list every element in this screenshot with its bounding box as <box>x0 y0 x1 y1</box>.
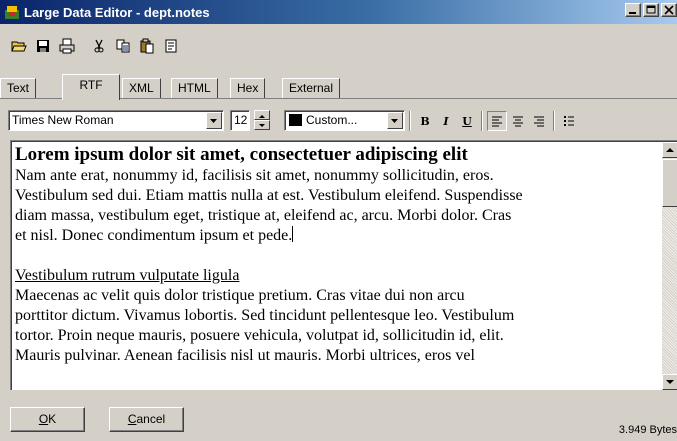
align-center-button[interactable] <box>508 111 528 131</box>
vertical-scrollbar[interactable] <box>662 142 677 390</box>
editor-window: Large Data Editor - dept.notes Text RTF … <box>0 0 677 441</box>
chevron-down-icon <box>391 119 398 123</box>
paragraph-line: porttitor dictum. Vivamus lobortis. Sed … <box>15 307 515 324</box>
cut-button[interactable] <box>88 35 110 57</box>
tab-external[interactable]: External <box>282 78 341 98</box>
rich-text-editor[interactable]: Lorem ipsum dolor sit amet, consectetuer… <box>10 140 677 390</box>
maximize-icon <box>646 5 656 14</box>
font-name-value: Times New Roman <box>12 113 114 127</box>
spin-up-button[interactable] <box>254 110 270 120</box>
print-button[interactable] <box>56 35 78 57</box>
arrow-down-icon <box>666 380 674 384</box>
cut-icon <box>94 39 104 53</box>
paragraph-line: et nisl. Donec condimentum ipsum et pede… <box>15 227 293 244</box>
spin-down-icon <box>259 124 265 127</box>
font-size-value: 12 <box>234 113 248 127</box>
italic-button[interactable]: I <box>436 111 456 131</box>
format-toolbar: Times New Roman 12 Custom... B I U <box>8 108 677 136</box>
tab-hex[interactable]: Hex <box>230 78 266 98</box>
properties-button[interactable] <box>160 35 182 57</box>
document-subheading: Vestibulum rutrum vulputate ligula <box>15 267 240 284</box>
font-name-select[interactable]: Times New Roman <box>8 110 224 131</box>
copy-icon <box>116 39 130 53</box>
spin-up-icon <box>259 115 265 118</box>
properties-icon <box>165 39 177 53</box>
title-bar[interactable]: Large Data Editor - dept.notes <box>0 0 677 24</box>
maximize-button[interactable] <box>643 3 659 17</box>
open-button[interactable] <box>8 35 30 57</box>
main-toolbar <box>0 32 677 60</box>
spin-down-button[interactable] <box>254 120 270 130</box>
scroll-thumb[interactable] <box>662 159 677 207</box>
font-name-dropdown-button[interactable] <box>206 112 222 129</box>
copy-button[interactable] <box>112 35 134 57</box>
open-icon <box>11 41 27 52</box>
text-caret <box>292 226 294 242</box>
close-button[interactable] <box>661 3 677 17</box>
color-value: Custom... <box>306 113 358 127</box>
font-size-input[interactable]: 12 <box>230 110 250 131</box>
document-body[interactable]: Lorem ipsum dolor sit amet, consectetuer… <box>15 144 655 366</box>
minimize-button[interactable] <box>625 3 641 17</box>
color-dropdown-button[interactable] <box>387 112 403 129</box>
print-icon <box>59 38 75 54</box>
byte-count-status: 3.949 Bytes <box>618 424 677 436</box>
align-left-button[interactable] <box>487 111 507 131</box>
paragraph-line: diam massa, vestibulum eget, tristique a… <box>15 207 512 224</box>
tab-rtf[interactable]: RTF <box>62 74 120 100</box>
ok-label: K <box>48 412 57 426</box>
tab-text[interactable]: Text <box>0 78 37 98</box>
paste-button[interactable] <box>136 35 158 57</box>
font-size-spinner[interactable] <box>254 110 270 131</box>
ok-mnemonic: O <box>38 412 49 426</box>
app-icon <box>4 4 20 20</box>
paragraph-line: Nam ante erat, nonummy id, facilisis sit… <box>15 167 494 184</box>
tab-xml[interactable]: XML <box>122 78 161 98</box>
arrow-up-icon <box>666 148 674 152</box>
color-swatch <box>289 114 302 126</box>
bullet-list-button[interactable] <box>559 111 579 131</box>
underline-button[interactable]: U <box>457 111 477 131</box>
color-select[interactable]: Custom... <box>284 110 405 131</box>
document-heading: Lorem ipsum dolor sit amet, consectetuer… <box>15 144 468 165</box>
bold-button[interactable]: B <box>415 111 435 131</box>
minimize-icon <box>629 12 636 14</box>
scroll-down-button[interactable] <box>662 374 677 390</box>
align-right-button[interactable] <box>529 111 549 131</box>
paragraph-line: Maecenas ac velit quis dolor tristique p… <box>15 287 465 304</box>
close-icon <box>664 5 674 15</box>
cancel-label: ancel <box>136 412 166 426</box>
bullet-list-icon <box>564 116 574 126</box>
paragraph-line: Vestibulum sed dui. Etiam mattis nulla a… <box>15 187 523 204</box>
save-button[interactable] <box>32 35 54 57</box>
align-left-icon <box>492 116 502 127</box>
window-title: Large Data Editor - dept.notes <box>24 4 210 20</box>
align-right-icon <box>534 116 544 127</box>
scroll-up-button[interactable] <box>662 142 677 158</box>
tab-html[interactable]: HTML <box>171 78 218 98</box>
save-icon <box>37 40 49 52</box>
chevron-down-icon <box>210 119 217 123</box>
paragraph-line: Mauris pulvinar. Aenean facilisis nisl u… <box>15 347 475 364</box>
view-tabs: Text RTF XML HTML Hex External <box>0 73 677 100</box>
ok-button[interactable]: OK <box>10 407 85 432</box>
align-center-icon <box>513 116 523 127</box>
cancel-button[interactable]: Cancel <box>109 407 184 432</box>
paste-icon <box>140 38 154 54</box>
paragraph-line: tortor. Proin neque mauris, posuere vehi… <box>15 327 504 344</box>
